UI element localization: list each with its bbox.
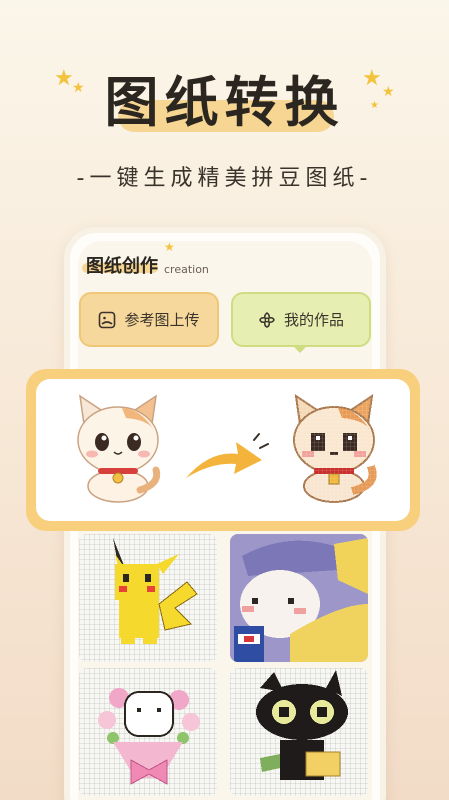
star-icon: ★ (370, 100, 379, 111)
upload-button-label: 参考图上传 (124, 311, 200, 329)
flower-icon (259, 311, 275, 328)
artwork-tile[interactable] (230, 534, 368, 662)
arrow-right-icon (186, 433, 269, 478)
works-button-pointer (292, 345, 308, 353)
artwork-tile[interactable] (79, 668, 217, 796)
my-works-button[interactable]: 我的作品 (231, 292, 371, 347)
pixel-girl-with-drink-image (230, 534, 368, 662)
star-icon: ★ (72, 80, 85, 96)
star-icon: ★ (362, 66, 382, 91)
section-title: 图纸创作 (86, 256, 158, 277)
star-icon: ★ (164, 240, 175, 254)
pixel-cat-image (282, 390, 384, 510)
original-cat-image (77, 394, 161, 503)
pixel-black-cat-image (256, 670, 348, 780)
hero-subtitle: -一键生成精美拼豆图纸- (76, 166, 373, 191)
works-button-label: 我的作品 (283, 311, 344, 329)
artwork-tile[interactable] (230, 668, 368, 796)
artwork-tile[interactable] (79, 534, 217, 662)
pixel-flower-bouquet-image (98, 688, 200, 785)
star-icon: ★ (382, 84, 395, 100)
image-icon (99, 311, 116, 328)
reference-upload-button[interactable]: 参考图上传 (79, 292, 219, 347)
pixel-pikachu-image (113, 538, 198, 644)
star-icon: ★ (54, 66, 74, 91)
section-subtitle: creation (164, 263, 209, 276)
